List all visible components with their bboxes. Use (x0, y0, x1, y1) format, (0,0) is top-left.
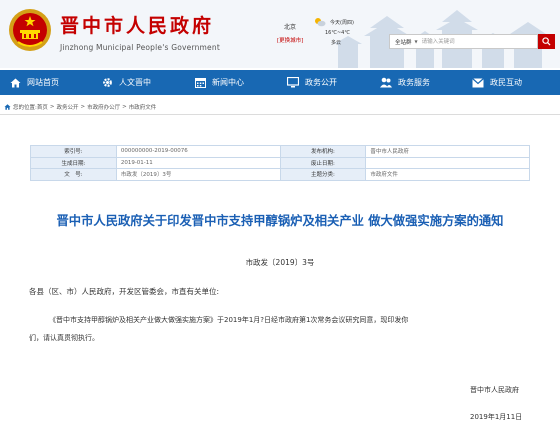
document-meta-table: 索引号: 000000000-2019-00076 发布机构: 晋中市人民政府 … (30, 145, 530, 181)
document-date: 2019年1月11日 (470, 413, 523, 421)
meta-label: 废止日期: (279, 156, 367, 169)
meta-value: 2019-01-11 (115, 156, 281, 169)
weather-temperature: 16℃~4℃ (325, 30, 350, 36)
document-recipients: 各县（区、市）人民政府，开发区管委会，市直有关单位: (29, 287, 220, 296)
search-box: 全站群 ▼ (389, 34, 538, 49)
breadcrumb-separator: > (80, 104, 86, 110)
table-row: 索引号: 000000000-2019-00076 发布机构: 晋中市人民政府 (30, 145, 530, 158)
nav-item-label: 政民互动 (490, 78, 522, 87)
breadcrumb-separator: > (122, 104, 127, 110)
meta-label: 发布机构: (279, 145, 367, 158)
national-emblem-icon (9, 9, 51, 51)
home-icon (10, 78, 21, 87)
nav-item-gov-affairs[interactable]: 政务公开 (287, 70, 337, 95)
people-icon (380, 77, 392, 88)
breadcrumb-separator: > (49, 104, 55, 110)
nav-item-gov-services[interactable]: 政务服务 (380, 70, 430, 95)
cloudy-weather-icon (315, 18, 326, 27)
nav-item-label: 网站首页 (27, 78, 59, 87)
weather-condition: 多云 (331, 40, 342, 46)
city-name: 北京 (284, 24, 297, 31)
gear-icon (103, 78, 112, 87)
meta-value: 市政府文件 (365, 168, 530, 181)
nav-item-culture[interactable]: 人文晋中 (102, 70, 151, 95)
meta-label: 主题分类: (279, 168, 367, 181)
breadcrumb-link[interactable]: 首页 (37, 103, 48, 111)
meta-value (365, 156, 530, 169)
document-number: 市政发〔2019〕3号 (245, 258, 315, 267)
site-title[interactable]: 晋中市人民政府 (60, 11, 214, 38)
search-input[interactable] (421, 35, 506, 48)
chevron-down-icon[interactable]: ▼ (415, 39, 418, 44)
breadcrumb-link[interactable]: 市政府办公厅 (87, 103, 120, 111)
search-icon (542, 37, 551, 46)
weather-day: 今天(周四) (330, 20, 354, 26)
site-subtitle: Jinzhong Municipal People's Government (60, 43, 220, 52)
search-button[interactable] (538, 34, 555, 49)
table-row: 生成日期: 2019-01-11 废止日期: (30, 156, 530, 169)
switch-city-link[interactable]: [更换城市] (277, 36, 303, 44)
divider (0, 114, 560, 115)
breadcrumb: 您的位置: 首页 > 政务公开 > 市政府办公厅 > 市政府文件 (4, 103, 156, 111)
nav-item-interaction[interactable]: 政民互动 (472, 70, 522, 95)
main-nav: 网站首页 人文晋中 新闻中心 政务公开 政务服务 政民互动 (0, 70, 560, 95)
mail-icon (472, 77, 484, 87)
home-icon (4, 104, 11, 110)
meta-label: 文 号: (30, 168, 117, 181)
nav-item-home[interactable]: 网站首页 (10, 70, 59, 95)
site-header: 晋中市人民政府 Jinzhong Municipal People's Gove… (0, 0, 560, 68)
breadcrumb-link[interactable]: 政务公开 (56, 103, 78, 111)
monitor-icon (287, 77, 299, 88)
document-body-text: 《晋中市支持甲醇锅炉及相关产业做大做强实施方案》于2019年1月?日经市政府第1… (49, 316, 409, 324)
table-row: 文 号: 市政发〔2019〕3号 主题分类: 市政府文件 (30, 168, 530, 181)
nav-item-label: 政务服务 (398, 78, 430, 87)
nav-item-label: 政务公开 (305, 78, 337, 87)
nav-item-news[interactable]: 新闻中心 (195, 70, 244, 95)
meta-label: 索引号: (30, 145, 117, 158)
meta-value: 市政发〔2019〕3号 (115, 168, 281, 181)
nav-item-label: 新闻中心 (212, 78, 244, 87)
calendar-icon (195, 78, 206, 88)
document-body-text: 们，请认真贯彻执行。 (29, 334, 99, 342)
meta-value: 000000000-2019-00076 (115, 145, 281, 158)
breadcrumb-prefix: 您的位置: (13, 105, 37, 111)
breadcrumb-link[interactable]: 市政府文件 (129, 103, 157, 111)
nav-item-label: 人文晋中 (119, 78, 151, 87)
document-title: 晋中市人民政府关于印发晋中市支持甲醇锅炉及相关产业 做大做强实施方案的通知 (56, 214, 504, 228)
document-signature: 晋中市人民政府 (470, 386, 519, 394)
meta-label: 生成日期: (30, 156, 117, 169)
search-scope-select[interactable]: 全站群 (390, 38, 415, 46)
meta-value: 晋中市人民政府 (365, 145, 530, 158)
